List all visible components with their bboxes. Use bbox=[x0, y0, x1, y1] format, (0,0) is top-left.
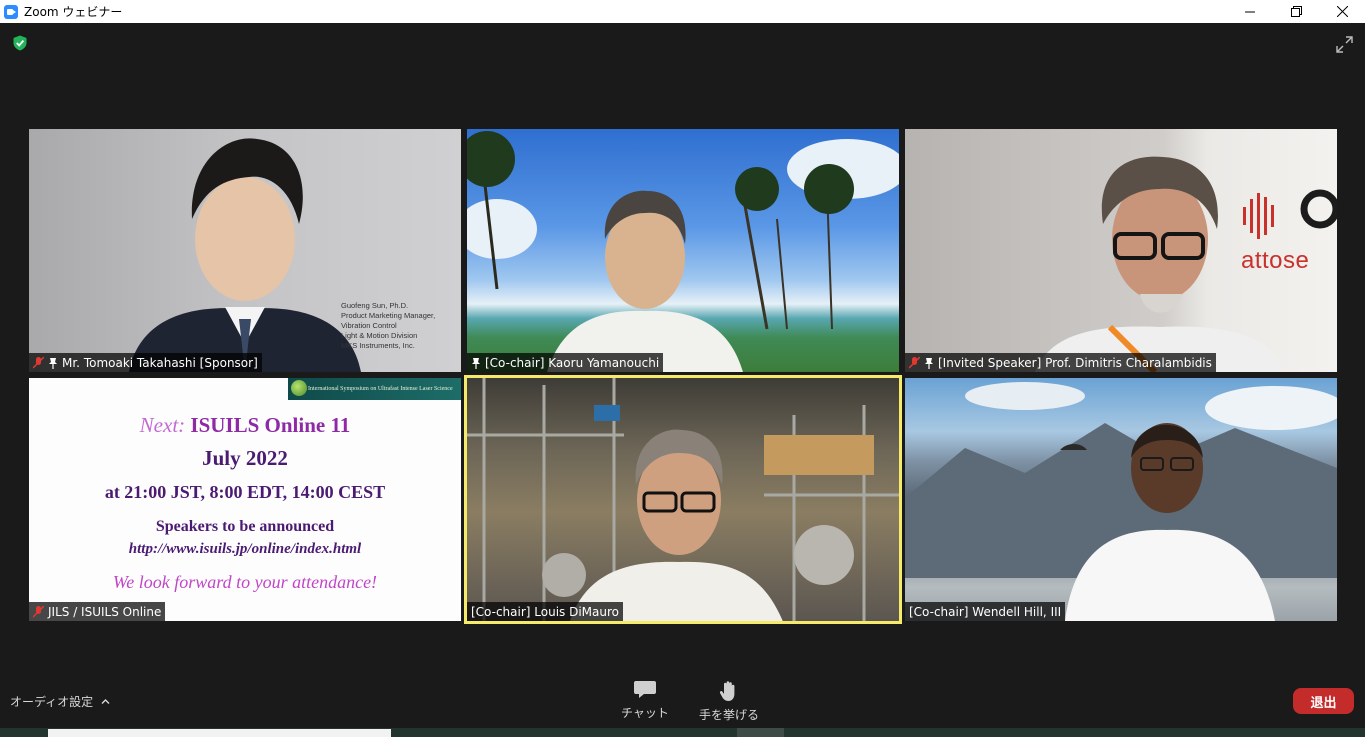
pin-icon bbox=[49, 357, 57, 369]
window-title: Zoom ウェビナー bbox=[24, 5, 123, 19]
audio-settings-button[interactable]: オーディオ設定 bbox=[10, 693, 110, 710]
participant-name-tag: [Invited Speaker] Prof. Dimitris Charala… bbox=[905, 353, 1216, 372]
caption-line: Vibration Control bbox=[341, 321, 397, 330]
participant-name-tag: Mr. Tomoaki Takahashi [Sponsor] bbox=[29, 353, 262, 372]
participant-name-tag: JILS / ISUILS Online bbox=[29, 602, 166, 621]
title-bar: Zoom ウェビナー bbox=[0, 0, 1365, 23]
video-tile[interactable]: Guofeng Sun, Ph.D. Product Marketing Man… bbox=[29, 129, 461, 372]
restore-button[interactable] bbox=[1273, 0, 1319, 23]
slide-time: at 21:00 JST, 8:00 EDT, 14:00 CEST bbox=[104, 482, 386, 502]
os-taskbar bbox=[0, 728, 1365, 737]
participant-video bbox=[464, 375, 902, 624]
sponsor-caption: Guofeng Sun, Ph.D. Product Marketing Man… bbox=[341, 301, 435, 351]
participant-name: Mr. Tomoaki Takahashi [Sponsor] bbox=[62, 355, 258, 370]
participant-name: [Co-chair] Louis DiMauro bbox=[471, 604, 619, 619]
slide-event-name: ISUILS Online 11 bbox=[190, 413, 351, 437]
raise-hand-label: 手を挙げる bbox=[698, 708, 759, 722]
caption-line: Product Marketing Manager, bbox=[341, 311, 436, 320]
audio-settings-label: オーディオ設定 bbox=[10, 695, 94, 709]
chat-bubble-icon bbox=[634, 681, 656, 698]
taskbar-search-box[interactable] bbox=[48, 729, 391, 737]
slide-date: July 2022 bbox=[202, 446, 288, 470]
participant-name: [Invited Speaker] Prof. Dimitris Charala… bbox=[938, 355, 1212, 370]
minimize-icon bbox=[1245, 11, 1255, 12]
caption-line: Guofeng Sun, Ph.D. bbox=[341, 301, 409, 310]
zoom-app-icon bbox=[4, 4, 18, 19]
participant-name-tag: [Co-chair] Kaoru Yamanouchi bbox=[467, 353, 664, 372]
symposium-logo-icon bbox=[291, 380, 307, 396]
banner-text: International Symposium on Ultrafast Int… bbox=[308, 386, 453, 392]
participant-name-tag: [Co-chair] Wendell Hill, III bbox=[905, 602, 1066, 621]
close-icon bbox=[1336, 6, 1348, 17]
slide-banner: International Symposium on Ultrafast Int… bbox=[288, 378, 461, 400]
taskbar-app-slot[interactable] bbox=[737, 728, 784, 737]
participant-video bbox=[905, 382, 1337, 621]
brand-logo-text: attose bbox=[1241, 247, 1310, 274]
minimize-button[interactable] bbox=[1227, 0, 1273, 23]
chevron-up-icon[interactable] bbox=[101, 697, 110, 706]
security-shield-icon[interactable] bbox=[12, 35, 28, 51]
slide-closing: We look forward to your attendance! bbox=[112, 572, 378, 592]
video-tile[interactable]: attose [Invited Speaker] Prof. Dimitris … bbox=[905, 129, 1337, 372]
muted-mic-icon bbox=[33, 605, 44, 618]
participant-name: [Co-chair] Kaoru Yamanouchi bbox=[485, 355, 660, 370]
slide-next-prefix: Next: bbox=[139, 413, 186, 437]
participant-name: JILS / ISUILS Online bbox=[48, 604, 162, 619]
muted-mic-icon bbox=[33, 356, 44, 369]
leave-button[interactable]: 退出 bbox=[1293, 688, 1354, 714]
video-tile-active-speaker[interactable]: [Co-chair] Louis DiMauro bbox=[464, 375, 902, 624]
participant-name: [Co-chair] Wendell Hill, III bbox=[909, 604, 1062, 619]
participant-video bbox=[467, 131, 899, 372]
chat-button[interactable]: チャット bbox=[620, 680, 670, 721]
video-tile[interactable]: [Co-chair] Kaoru Yamanouchi bbox=[467, 129, 899, 372]
caption-line: MKS Instruments, Inc. bbox=[341, 341, 415, 350]
window-controls bbox=[1227, 0, 1365, 23]
video-tile[interactable]: [Co-chair] Wendell Hill, III bbox=[905, 378, 1337, 621]
restore-icon bbox=[1290, 6, 1302, 17]
raise-hand-icon bbox=[719, 681, 735, 701]
slide-title: Next: ISUILS Online 11 bbox=[29, 413, 461, 438]
muted-mic-icon bbox=[909, 356, 920, 369]
participant-name-tag: [Co-chair] Louis DiMauro bbox=[467, 602, 623, 621]
chat-label: チャット bbox=[621, 706, 669, 720]
video-tile[interactable]: International Symposium on Ultrafast Int… bbox=[29, 378, 461, 621]
fullscreen-icon[interactable] bbox=[1336, 36, 1353, 53]
caption-line: Light & Motion Division bbox=[341, 331, 418, 340]
close-button[interactable] bbox=[1319, 0, 1365, 23]
pin-icon bbox=[925, 357, 933, 369]
pin-icon bbox=[472, 357, 480, 369]
slide-url: http://www.isuils.jp/online/index.html bbox=[128, 541, 362, 557]
raise-hand-button[interactable]: 手を挙げる bbox=[697, 680, 761, 723]
slide-speakers: Speakers to be announced bbox=[155, 518, 335, 535]
